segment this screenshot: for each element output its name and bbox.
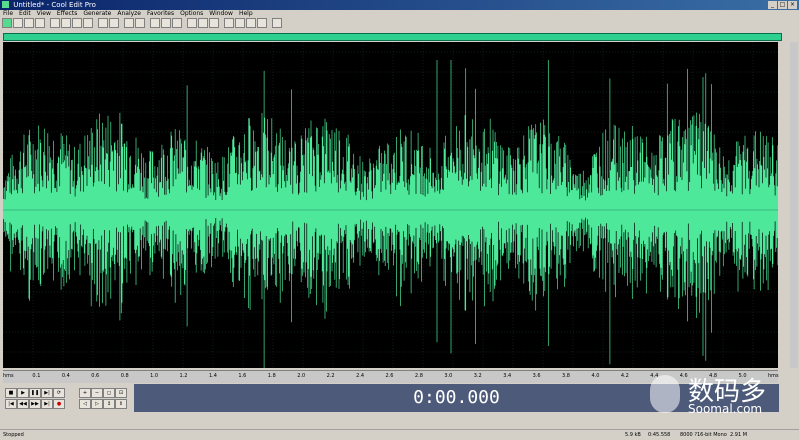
- info-icon[interactable]: [272, 18, 282, 28]
- redo-icon[interactable]: [109, 18, 119, 28]
- settings-icon[interactable]: [209, 18, 219, 28]
- maximize-button[interactable]: □: [778, 1, 787, 9]
- watermark-url: Soomal.com: [688, 402, 763, 416]
- ruler-tick-label: 3.6: [532, 373, 541, 379]
- ruler-tick-label: 0.6: [91, 373, 100, 379]
- ruler-tick-label: 1.0: [150, 373, 159, 379]
- menu-generate[interactable]: Generate: [80, 10, 114, 18]
- zoom-out-horizontal-icon[interactable]: −: [91, 388, 103, 398]
- go-to-end-button[interactable]: ▶|: [41, 399, 53, 409]
- open-file-icon[interactable]: [24, 18, 34, 28]
- cue-list-icon[interactable]: [257, 18, 267, 28]
- fast-forward-button[interactable]: ▶▶: [29, 399, 41, 409]
- copy-icon[interactable]: [61, 18, 71, 28]
- menu-window[interactable]: Window: [206, 10, 236, 18]
- zoom-selection-icon[interactable]: ⊡: [115, 388, 127, 398]
- menu-analyze[interactable]: Analyze: [114, 10, 144, 18]
- ruler-tick-label: 1.8: [267, 373, 276, 379]
- watermark-logo-icon: [650, 375, 680, 413]
- main-toolbar: [2, 18, 282, 28]
- trim-icon[interactable]: [124, 18, 134, 28]
- zoom-out-vertical-icon[interactable]: ⇕: [115, 399, 127, 409]
- record-button[interactable]: ●: [53, 399, 65, 409]
- zoom-in-vertical-icon[interactable]: ↕: [103, 399, 115, 409]
- paste-icon[interactable]: [72, 18, 82, 28]
- mix-paste-icon[interactable]: [83, 18, 93, 28]
- menu-options[interactable]: Options: [177, 10, 206, 18]
- save-file-icon[interactable]: [35, 18, 45, 28]
- zoom-right-icon[interactable]: ▷: [91, 399, 103, 409]
- minimize-button[interactable]: _: [768, 1, 777, 9]
- zoom-full-icon[interactable]: ◻: [103, 388, 115, 398]
- ruler-tick-label: 2.8: [414, 373, 423, 379]
- menu-file[interactable]: File: [0, 10, 16, 18]
- marker-icon[interactable]: [246, 18, 256, 28]
- app-icon: [2, 1, 9, 8]
- ruler-tick-label: 2.0: [297, 373, 306, 379]
- snap-icon[interactable]: [235, 18, 245, 28]
- ruler-tick-label: 0.8: [120, 373, 129, 379]
- record-settings-icon[interactable]: [161, 18, 171, 28]
- waveform-view-icon[interactable]: [198, 18, 208, 28]
- ruler-tick-label: 1.6: [238, 373, 247, 379]
- spectral-view-icon[interactable]: [187, 18, 197, 28]
- ruler-tick-label: 1.2: [179, 373, 188, 379]
- ruler-tick-label: 2.4: [356, 373, 365, 379]
- rewind-button[interactable]: ◀◀: [17, 399, 29, 409]
- waveform-display[interactable]: [3, 42, 778, 368]
- window-controls: _ □ ×: [768, 1, 797, 9]
- menu-edit[interactable]: Edit: [16, 10, 34, 18]
- ruler-tick-label: 4.2: [620, 373, 629, 379]
- cut-icon[interactable]: [50, 18, 60, 28]
- menu-bar: File Edit View Effects Generate Analyze …: [0, 10, 799, 18]
- waveform-canvas[interactable]: [3, 42, 778, 368]
- new-file-icon[interactable]: [13, 18, 23, 28]
- zoom-left-icon[interactable]: ◁: [79, 399, 91, 409]
- close-button[interactable]: ×: [788, 1, 797, 9]
- ruler-tick-label: 4.0: [591, 373, 600, 379]
- ruler-tick-label: 1.4: [208, 373, 217, 379]
- ruler-tick-label: 0.4: [61, 373, 70, 379]
- zoom-in-horizontal-icon[interactable]: +: [79, 388, 91, 398]
- grid-icon[interactable]: [224, 18, 234, 28]
- ruler-tick-label: hms: [3, 373, 14, 379]
- go-to-start-button[interactable]: |◀: [5, 399, 17, 409]
- menu-view[interactable]: View: [34, 10, 54, 18]
- ruler-tick-label: 3.8: [562, 373, 570, 379]
- ruler-tick-label: 2.2: [326, 373, 335, 379]
- ruler-tick-label: 3.4: [503, 373, 512, 379]
- window-title: Untitled* - Cool Edit Pro: [13, 1, 96, 9]
- waveform-trace: [3, 60, 778, 368]
- title-bar: Untitled* - Cool Edit Pro _ □ ×: [0, 0, 799, 10]
- play-button[interactable]: ▶: [17, 388, 29, 398]
- ruler-tick-label: 0.1: [32, 373, 41, 379]
- horizontal-zoom-scrollbar[interactable]: [3, 33, 782, 41]
- loop-play-button[interactable]: ⟳: [53, 388, 65, 398]
- watermark: 数码多 Soomal.com: [650, 371, 795, 421]
- menu-help[interactable]: Help: [236, 10, 256, 18]
- transport-controls: ■ ▶ ❚❚ ▶| ⟳ |◀ ◀◀ ▶▶ ▶| ● + − ◻ ⊡ ◁ ▷ ↕ …: [3, 384, 130, 412]
- undo-icon[interactable]: [98, 18, 108, 28]
- silence-icon[interactable]: [135, 18, 145, 28]
- amplitude-ruler[interactable]: [790, 42, 798, 368]
- menu-favorites[interactable]: Favorites: [144, 10, 177, 18]
- ruler-tick-label: 3.2: [473, 373, 482, 379]
- loop-icon[interactable]: [150, 18, 160, 28]
- ruler-tick-label: 2.6: [385, 373, 394, 379]
- stop-button[interactable]: ■: [5, 388, 17, 398]
- menu-effects[interactable]: Effects: [54, 10, 80, 18]
- frequency-analysis-icon[interactable]: [172, 18, 182, 28]
- play-to-end-button[interactable]: ▶|: [41, 388, 53, 398]
- ruler-tick-label: 3.0: [444, 373, 453, 379]
- status-bar: Stopped 5.9 kB 0:45.558 8000 ?16-bit Mon…: [0, 429, 799, 440]
- multitrack-view-button[interactable]: [2, 18, 12, 28]
- pause-button[interactable]: ❚❚: [29, 388, 41, 398]
